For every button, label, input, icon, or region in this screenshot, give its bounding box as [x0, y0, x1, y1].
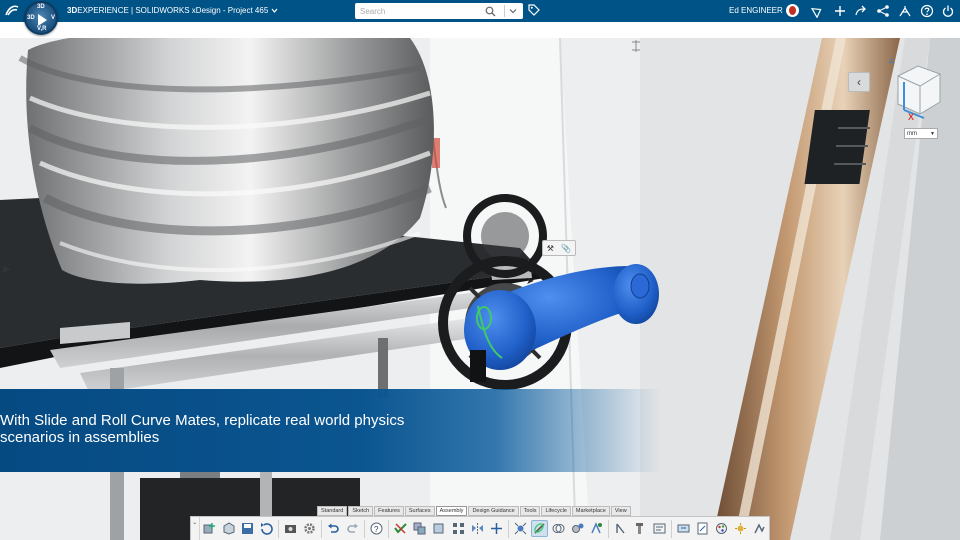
appearance-icon[interactable] [713, 520, 729, 537]
brand-3d: 3D [67, 6, 78, 15]
play-icon[interactable] [38, 14, 47, 26]
render-icon[interactable] [732, 520, 748, 537]
chevron-down-icon: ▼ [930, 131, 935, 137]
tab-design-guidance[interactable]: Design Guidance [468, 506, 519, 516]
slide-roll-mate-icon[interactable] [531, 520, 548, 537]
back-button[interactable]: ‹ [848, 72, 870, 92]
search-divider [504, 5, 505, 17]
compass-south-label: V,R [37, 26, 47, 32]
divider [277, 519, 279, 538]
tab-sketch[interactable]: Sketch [348, 506, 374, 516]
tab-tools[interactable]: Tools [519, 506, 541, 516]
mirror-icon[interactable] [469, 520, 485, 537]
redo-icon[interactable] [345, 520, 361, 537]
power-icon[interactable] [941, 4, 955, 18]
explode-icon[interactable] [512, 520, 528, 537]
gear-icon[interactable] [302, 520, 318, 537]
mouse-cursor-icon: ➤ [526, 276, 535, 287]
unit-value: mm [907, 130, 917, 137]
search-dropdown-icon[interactable] [508, 6, 518, 16]
compass-east-label: V [51, 15, 56, 21]
configuration-icon[interactable] [651, 520, 667, 537]
standard-part-icon[interactable] [613, 520, 629, 537]
tab-marketplace[interactable]: Marketplace [571, 506, 610, 516]
plus-icon[interactable] [833, 4, 847, 18]
svg-text:?: ? [374, 525, 379, 534]
compass-widget[interactable]: 3D 3D V V,R [24, 1, 58, 35]
lifecycle-icon[interactable] [751, 520, 767, 537]
xdesign-app: 3D 3D V V,R 3DEXPERIENCE | SOLIDWORKS xD… [0, 0, 960, 540]
help-icon[interactable] [920, 4, 934, 18]
motion-icon[interactable] [570, 520, 586, 537]
expand-panel-icon[interactable]: ▶ [3, 264, 11, 275]
divider [364, 519, 366, 538]
chevron-down-icon [271, 8, 277, 13]
apps-icon[interactable] [898, 4, 912, 18]
floating-toolbar[interactable]: ⚒ 📎 [542, 240, 576, 256]
options-icon[interactable] [282, 520, 298, 537]
tab-lifecycle[interactable]: Lifecycle [541, 506, 571, 516]
divider [388, 519, 390, 538]
unit-select[interactable]: mm ▼ [904, 128, 938, 139]
help-icon[interactable]: ? [369, 520, 385, 537]
user-name[interactable]: Ed ENGINEER [729, 6, 783, 15]
search-input[interactable] [355, 6, 485, 16]
hammer-icon[interactable]: ⚒ [547, 244, 554, 253]
command-tabs: Standard Sketch Features Surfaces Assembly De… [317, 506, 631, 516]
insert-component-icon[interactable] [201, 520, 217, 537]
mate-icon[interactable] [393, 520, 409, 537]
tab-standard[interactable]: Standard [317, 506, 348, 516]
axis-x-label: X [908, 112, 914, 122]
tab-assembly[interactable]: Assembly [435, 506, 468, 516]
tab-view[interactable]: View [610, 506, 631, 516]
search-icon[interactable] [485, 6, 496, 17]
divider [507, 519, 509, 538]
compass-west-label: 3D [27, 15, 35, 21]
interference-icon[interactable] [551, 520, 567, 537]
pattern-icon[interactable] [450, 520, 466, 537]
group-icon[interactable] [431, 520, 447, 537]
rebuild-icon[interactable] [258, 520, 274, 537]
new-part-icon[interactable] [220, 520, 236, 537]
assembly-component-icon[interactable] [412, 520, 428, 537]
tab-surfaces[interactable]: Surfaces [404, 506, 435, 516]
secondary-strip [0, 22, 960, 38]
share-icon[interactable] [876, 4, 890, 18]
top-bar: 3D 3D V V,R 3DEXPERIENCE | SOLIDWORKS xD… [0, 0, 960, 35]
save-icon[interactable] [239, 520, 255, 537]
paperclip-icon[interactable]: 📎 [561, 244, 571, 253]
view-cube[interactable]: Z X [888, 58, 946, 126]
move-icon[interactable] [488, 520, 504, 537]
divider [321, 519, 323, 538]
display-state-icon[interactable] [675, 520, 691, 537]
axis-z-label: Z [889, 58, 895, 65]
avatar[interactable] [786, 4, 799, 17]
drawing-icon[interactable] [694, 520, 710, 537]
project-name: xDesign - Project 465 [191, 6, 269, 15]
app-title[interactable]: 3DEXPERIENCE | SOLIDWORKS xDesign - Proj… [67, 6, 278, 15]
forward-icon[interactable] [854, 4, 868, 18]
dassault-logo-icon[interactable] [4, 3, 20, 19]
caption-text: With Slide and Roll Curve Mates, replica… [0, 412, 405, 446]
command-bar: ⌄ ? [190, 516, 770, 540]
chevron-left-icon: ‹ [857, 75, 861, 89]
brand-name: EXPERIENCE | SOLIDWORKS [77, 6, 190, 15]
undo-icon[interactable] [326, 520, 342, 537]
share-feedback-icon[interactable] [811, 4, 825, 18]
divider [608, 519, 610, 538]
animation-icon[interactable] [589, 520, 605, 537]
compass-north-label: 3D [37, 4, 45, 10]
3d-viewport[interactable]: With Slide and Roll Curve Mates, replica… [0, 38, 960, 540]
collapse-icon[interactable]: ⌄ [191, 516, 200, 540]
bolt-icon[interactable] [632, 520, 648, 537]
search-bar[interactable] [355, 3, 523, 19]
tag-icon[interactable] [528, 4, 540, 16]
divider [670, 519, 672, 538]
tab-features[interactable]: Features [374, 506, 404, 516]
